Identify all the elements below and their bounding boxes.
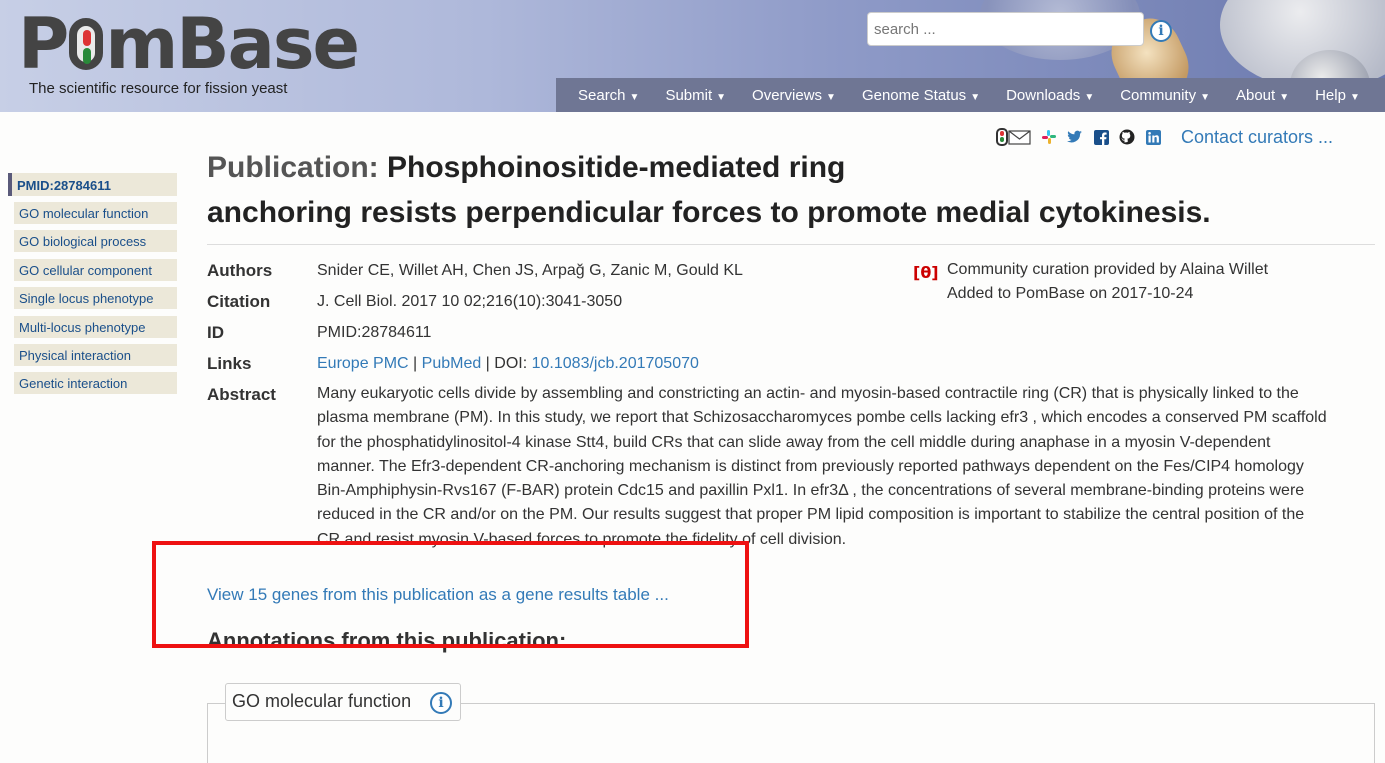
doi-label: | DOI: (481, 355, 532, 372)
link-separator: | (408, 355, 422, 372)
caret-down-icon: ▼ (1349, 91, 1360, 103)
sidebar-item-physical-interaction[interactable]: Physical interaction (14, 343, 177, 366)
nav-about[interactable]: About ▼ (1236, 87, 1289, 104)
citation-label: Citation (207, 292, 271, 311)
social-links (996, 128, 1162, 146)
panel-title: GO molecular function i (225, 683, 461, 721)
slack-icon[interactable] (1040, 128, 1058, 146)
links-label: Links (207, 354, 252, 373)
main-navbar: Search ▼ Submit ▼ Overviews ▼ Genome Status… (556, 78, 1385, 112)
sidebar-pmid[interactable]: PMID:28784611 (8, 173, 177, 196)
search-input[interactable] (867, 12, 1144, 46)
github-icon[interactable] (1118, 128, 1136, 146)
citation-value: J. Cell Biol. 2017 10 02;216(10):3041-30… (317, 293, 623, 310)
panel-title-text: GO molecular function (232, 691, 412, 711)
caret-down-icon: ▼ (1279, 91, 1290, 103)
page-title: Publication: Phosphoinositide-mediated r… (207, 145, 1287, 235)
divider (207, 244, 1375, 245)
caret-down-icon: ▼ (1084, 91, 1095, 103)
info-circle-icon[interactable]: i (1150, 20, 1172, 42)
caret-down-icon: ▼ (716, 91, 727, 103)
caret-down-icon: ▼ (629, 91, 640, 103)
links-value: Europe PMC | PubMed | DOI: 10.1083/jcb.2… (317, 355, 699, 373)
abstract-text: Many eukaryotic cells divide by assembli… (317, 385, 1327, 548)
sidebar-item-go-cellular-component[interactable]: GO cellular component (14, 258, 177, 281)
site-header: PmBase The scientific resource for fissi… (0, 0, 1385, 112)
twitter-icon[interactable] (1066, 128, 1084, 146)
nav-search[interactable]: Search ▼ (578, 87, 639, 104)
curation-provider: Community curation provided by Alaina Wi… (947, 261, 1269, 278)
caret-down-icon: ▼ (1200, 91, 1210, 103)
annotations-heading: Annotations from this publication: (207, 628, 567, 653)
pombase-logo[interactable]: PmBase (18, 6, 360, 82)
nav-overviews[interactable]: Overviews ▼ (752, 87, 836, 104)
pubmed-link[interactable]: PubMed (422, 355, 482, 372)
info-circle-icon[interactable]: i (430, 692, 452, 714)
title-label: Publication: (207, 151, 387, 184)
facebook-icon[interactable] (1092, 128, 1110, 146)
view-genes-link[interactable]: View 15 genes from this publication as a… (207, 585, 669, 605)
europe-pmc-link[interactable]: Europe PMC (317, 355, 409, 372)
pombase-mail-icon[interactable] (996, 128, 1032, 146)
logo-cell-icon (69, 18, 104, 70)
nav-community[interactable]: Community ▼ (1120, 87, 1210, 104)
nav-genome-status[interactable]: Genome Status ▼ (862, 87, 980, 104)
nav-submit[interactable]: Submit ▼ (665, 87, 726, 104)
sidebar-item-single-locus-phenotype[interactable]: Single locus phenotype (14, 287, 177, 310)
nav-downloads[interactable]: Downloads ▼ (1006, 87, 1094, 104)
sidebar-item-genetic-interaction[interactable]: Genetic interaction (14, 372, 177, 395)
sidebar-item-go-biological-process[interactable]: GO biological process (14, 230, 177, 253)
abstract-label: Abstract (207, 385, 276, 404)
doi-link[interactable]: 10.1083/jcb.201705070 (532, 355, 699, 372)
site-tagline: The scientific resource for fission yeas… (29, 80, 288, 97)
id-value: PMID:28784611 (317, 324, 432, 341)
canto-badge-icon: [θ] (913, 263, 939, 282)
title-line-1: Phosphoinositide-mediated ring (387, 151, 846, 184)
nav-help[interactable]: Help ▼ (1315, 87, 1360, 104)
linkedin-icon[interactable] (1144, 128, 1162, 146)
id-label: ID (207, 323, 224, 342)
sidebar-nav: PMID:28784611 GO molecular function GO b… (8, 173, 177, 401)
community-curation-info: [θ] Community curation provided by Alain… (913, 258, 1268, 306)
sidebar-item-multi-locus-phenotype[interactable]: Multi-locus phenotype (14, 315, 177, 338)
sidebar-item-go-molecular-function[interactable]: GO molecular function (14, 202, 177, 224)
curation-date: Added to PomBase on 2017-10-24 (947, 285, 1194, 302)
authors-value: Snider CE, Willet AH, Chen JS, Arpağ G, … (317, 262, 743, 279)
authors-label: Authors (207, 261, 273, 280)
title-line-2: anchoring resists perpendicular forces t… (207, 196, 1211, 229)
caret-down-icon: ▼ (970, 91, 981, 103)
caret-down-icon: ▼ (826, 91, 836, 103)
